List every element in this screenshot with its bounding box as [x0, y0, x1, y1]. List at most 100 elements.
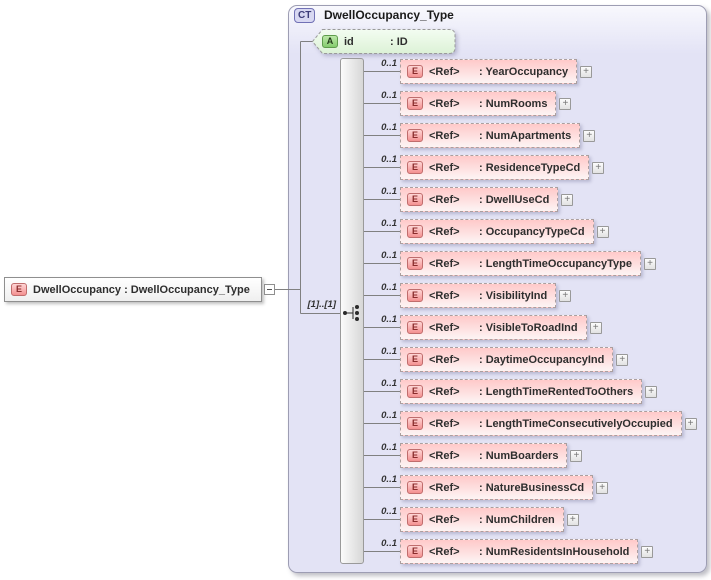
- plus-icon: +: [647, 257, 653, 269]
- plus-icon: +: [573, 449, 580, 461]
- row-connector-line: [364, 487, 400, 488]
- expand-button[interactable]: +: [644, 257, 657, 270]
- element-icon: E: [407, 289, 423, 302]
- element-row: 0..1 E <Ref> : DwellUseCd +: [364, 186, 574, 212]
- cardinality-label: 0..1: [381, 122, 397, 133]
- ref-label: <Ref>: [429, 129, 460, 142]
- ref-label: <Ref>: [429, 353, 460, 366]
- expand-button[interactable]: +: [559, 289, 572, 302]
- element-row: 0..1 E <Ref> : LengthTimeRentedToOthers …: [364, 378, 658, 404]
- element-icon: E: [407, 353, 423, 366]
- element-ref-box[interactable]: E <Ref> : OccupancyTypeCd: [400, 219, 594, 244]
- element-ref-box[interactable]: E <Ref> : NumResidentsInHousehold: [400, 539, 639, 564]
- element-row: 0..1 E <Ref> : VisibleToRoadInd +: [364, 314, 602, 340]
- row-connector-line: [364, 551, 400, 552]
- cardinality-label: 0..1: [381, 282, 397, 293]
- minus-icon: [267, 289, 272, 290]
- element-name: : ResidenceTypeCd: [479, 161, 581, 174]
- root-element-unit: E DwellOccupancy : DwellOccupancy_Type: [4, 277, 275, 302]
- element-name: : VisibleToRoadInd: [479, 321, 578, 334]
- ref-label: <Ref>: [429, 193, 460, 206]
- row-connector-line: [364, 231, 400, 232]
- element-ref-box[interactable]: E <Ref> : YearOccupancy: [400, 59, 578, 84]
- element-ref-box[interactable]: E <Ref> : VisibilityInd: [400, 283, 557, 308]
- expand-button[interactable]: +: [596, 481, 609, 494]
- expand-button[interactable]: +: [559, 97, 572, 110]
- attribute-node[interactable]: A id : ID: [322, 29, 408, 54]
- element-ref-box[interactable]: E <Ref> : ResidenceTypeCd: [400, 155, 590, 180]
- element-ref-box[interactable]: E <Ref> : NumBoarders: [400, 443, 568, 468]
- expand-button[interactable]: +: [645, 385, 658, 398]
- element-ref-box[interactable]: E <Ref> : NatureBusinessCd: [400, 475, 594, 500]
- attribute-name: id: [344, 35, 354, 48]
- element-ref-box[interactable]: E <Ref> : VisibleToRoadInd: [400, 315, 587, 340]
- root-element-box[interactable]: E DwellOccupancy : DwellOccupancy_Type: [4, 277, 262, 302]
- element-name: : VisibilityInd: [479, 289, 548, 302]
- element-name: : NumRooms: [479, 97, 548, 110]
- element-icon: E: [407, 545, 423, 558]
- plus-icon: +: [569, 513, 576, 525]
- expand-button[interactable]: +: [641, 545, 654, 558]
- plus-icon: +: [599, 225, 606, 237]
- element-ref-box[interactable]: E <Ref> : NumRooms: [400, 91, 557, 116]
- element-row: 0..1 E <Ref> : NumChildren +: [364, 506, 579, 532]
- element-ref-box[interactable]: E <Ref> : DaytimeOccupancyInd: [400, 347, 614, 372]
- element-row: 0..1 E <Ref> : NumRooms +: [364, 90, 572, 116]
- element-row: 0..1 E <Ref> : NatureBusinessCd +: [364, 474, 609, 500]
- expand-button[interactable]: +: [684, 417, 697, 430]
- ref-label: <Ref>: [429, 385, 460, 398]
- expand-button[interactable]: +: [566, 513, 579, 526]
- root-element-label: DwellOccupancy : DwellOccupancy_Type: [33, 283, 250, 296]
- ref-label: <Ref>: [429, 545, 460, 558]
- expand-button[interactable]: +: [580, 65, 593, 78]
- cardinality-label: 0..1: [381, 474, 397, 485]
- element-ref-box[interactable]: E <Ref> : LengthTimeConsecutivelyOccupie…: [400, 411, 682, 436]
- element-ref-box[interactable]: E <Ref> : DwellUseCd: [400, 187, 559, 212]
- collapse-connector[interactable]: [264, 284, 275, 295]
- element-row: 0..1 E <Ref> : OccupancyTypeCd +: [364, 218, 609, 244]
- element-ref-box[interactable]: E <Ref> : NumChildren: [400, 507, 564, 532]
- element-ref-box[interactable]: E <Ref> : NumApartments: [400, 123, 581, 148]
- element-icon: E: [407, 225, 423, 238]
- element-icon: E: [11, 283, 27, 296]
- expand-button[interactable]: +: [592, 161, 605, 174]
- element-ref-box[interactable]: E <Ref> : LengthTimeOccupancyType: [400, 251, 642, 276]
- ref-label: <Ref>: [429, 225, 460, 238]
- row-connector-line: [364, 455, 400, 456]
- complex-type-title: DwellOccupancy_Type: [324, 8, 454, 22]
- cardinality-label: 0..1: [381, 442, 397, 453]
- expand-button[interactable]: +: [589, 321, 602, 334]
- plus-icon: +: [562, 289, 569, 301]
- element-ref-box[interactable]: E <Ref> : LengthTimeRentedToOthers: [400, 379, 643, 404]
- expand-button[interactable]: +: [596, 225, 609, 238]
- element-row: 0..1 E <Ref> : LengthTimeConsecutivelyOc…: [364, 410, 697, 436]
- plus-icon: +: [586, 129, 593, 141]
- plus-icon: +: [644, 545, 651, 557]
- expand-button[interactable]: +: [583, 129, 596, 142]
- ref-label: <Ref>: [429, 257, 460, 270]
- ref-label: <Ref>: [429, 449, 460, 462]
- expand-button[interactable]: +: [570, 449, 583, 462]
- cardinality-label: 0..1: [381, 538, 397, 549]
- element-icon: E: [407, 97, 423, 110]
- element-icon: E: [407, 257, 423, 270]
- complex-type-badge: CT: [294, 8, 316, 23]
- ref-label: <Ref>: [429, 513, 460, 526]
- element-icon: E: [407, 385, 423, 398]
- row-connector-line: [364, 423, 400, 424]
- element-icon: E: [407, 481, 423, 494]
- element-name: : YearOccupancy: [479, 65, 569, 78]
- element-row: 0..1 E <Ref> : VisibilityInd +: [364, 282, 572, 308]
- expand-button[interactable]: +: [616, 353, 629, 366]
- expand-button[interactable]: +: [561, 193, 574, 206]
- plus-icon: +: [592, 321, 599, 333]
- plus-icon: +: [687, 417, 694, 429]
- row-connector-line: [364, 135, 400, 136]
- cardinality-label: 0..1: [381, 346, 397, 357]
- element-icon: E: [407, 417, 423, 430]
- row-connector-line: [364, 167, 400, 168]
- element-name: : NumResidentsInHousehold: [479, 545, 630, 558]
- element-name: : NumBoarders: [479, 449, 559, 462]
- row-connector-line: [364, 199, 400, 200]
- ref-label: <Ref>: [429, 65, 460, 78]
